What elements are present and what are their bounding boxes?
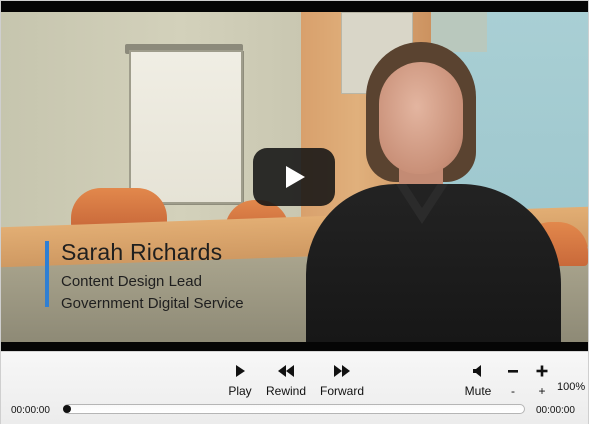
- minus-icon: [507, 363, 519, 379]
- speaker-role: Content Design Lead: [61, 273, 202, 290]
- speaker-name: Sarah Richards: [61, 239, 223, 265]
- play-icon: [234, 363, 246, 379]
- control-bar: Play Rewind Forward Mute - + 100% 00:00:…: [1, 351, 588, 424]
- progress-bar[interactable]: [63, 404, 525, 414]
- volume-up-label: +: [538, 384, 546, 398]
- video-player: Sarah Richards Content Design Lead Gover…: [0, 0, 589, 424]
- volume-down-label: -: [511, 384, 515, 398]
- play-label: Play: [228, 384, 252, 398]
- total-time: 00:00:00: [536, 405, 575, 416]
- speaker-organisation: Government Digital Service: [61, 295, 244, 312]
- mute-button[interactable]: Mute: [461, 363, 495, 398]
- volume-level: 100%: [557, 381, 586, 393]
- play-icon: [286, 166, 305, 188]
- forward-icon: [334, 363, 350, 379]
- speaker-face: [379, 62, 463, 174]
- volume-down-button[interactable]: -: [504, 363, 522, 398]
- video-area[interactable]: Sarah Richards Content Design Lead Gover…: [1, 1, 588, 351]
- big-play-button[interactable]: [253, 148, 335, 206]
- speaker-icon: [472, 363, 484, 379]
- caption-accent-bar: [45, 241, 49, 307]
- scene-flipchart: [129, 50, 243, 204]
- rewind-icon: [278, 363, 294, 379]
- progress-handle[interactable]: [63, 405, 71, 413]
- plus-icon: [536, 363, 548, 379]
- volume-up-button[interactable]: +: [533, 363, 551, 398]
- rewind-button[interactable]: Rewind: [263, 363, 309, 398]
- play-button[interactable]: Play: [226, 363, 254, 398]
- speaker-body: [306, 184, 561, 342]
- elapsed-time: 00:00:00: [11, 405, 50, 416]
- forward-label: Forward: [319, 384, 364, 398]
- rewind-label: Rewind: [265, 384, 307, 398]
- mute-label: Mute: [464, 384, 492, 398]
- forward-button[interactable]: Forward: [317, 363, 367, 398]
